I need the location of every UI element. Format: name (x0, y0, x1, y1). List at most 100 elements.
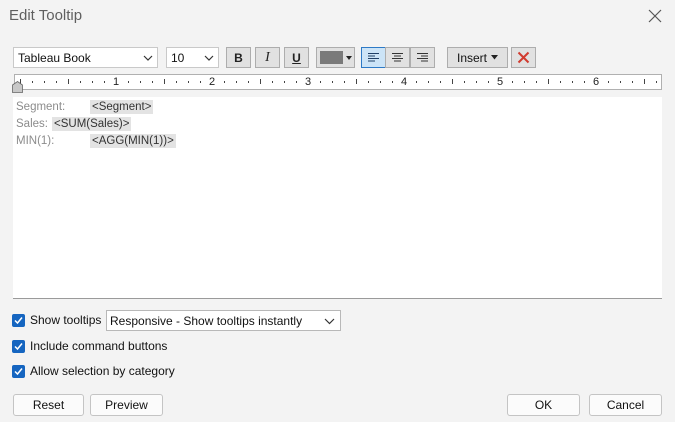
red-x-icon (517, 51, 530, 64)
ruler-tick (548, 79, 549, 84)
checkmark-icon (14, 367, 23, 375)
indent-marker-icon[interactable] (12, 81, 23, 93)
align-center-icon (392, 53, 403, 62)
ruler-tick (344, 81, 345, 83)
ok-label: OK (534, 398, 553, 412)
italic-button[interactable]: I (255, 47, 280, 68)
ruler-tick (320, 81, 321, 83)
field-token: <SUM(Sales)> (52, 117, 132, 131)
show-tooltips-checkbox[interactable] (12, 313, 25, 327)
editor-label: MIN(1): (16, 135, 55, 147)
ruler-label: 5 (497, 76, 504, 88)
allow-selection-checkbox[interactable] (12, 364, 25, 378)
ruler-label: 4 (401, 76, 408, 88)
ruler-tick (440, 81, 441, 83)
ruler-tick (92, 81, 93, 83)
ruler-tick (452, 79, 453, 84)
show-tooltips-label: Show tooltips (30, 313, 102, 327)
cancel-button[interactable]: Cancel (589, 394, 662, 416)
color-swatch (320, 51, 343, 64)
ruler-tick (32, 81, 33, 83)
field-token: <AGG(MIN(1))> (90, 134, 176, 148)
underline-button[interactable]: U (284, 47, 309, 68)
ruler-label: 6 (593, 76, 600, 88)
editor-line-min: MIN(1): (16, 135, 54, 147)
include-command-buttons-checkbox[interactable] (12, 339, 25, 353)
align-right-button[interactable] (410, 47, 435, 68)
ruler-label: 3 (305, 76, 312, 88)
editor-field-segment: <Segment> (90, 100, 154, 114)
close-icon (648, 9, 662, 23)
ruler-tick (68, 79, 69, 84)
reset-label: Reset (32, 398, 65, 412)
chevron-down-icon (204, 55, 214, 61)
ruler-tick (188, 81, 189, 83)
ruler-tick (296, 81, 297, 83)
ok-button[interactable]: OK (507, 394, 580, 416)
preview-label: Preview (105, 398, 148, 412)
align-left-button[interactable] (361, 47, 386, 68)
ruler-label: 1 (113, 76, 120, 88)
caret-down-icon (491, 55, 498, 60)
ruler-tick (248, 81, 249, 83)
ruler-tick (284, 81, 285, 83)
ruler-tick (128, 81, 129, 83)
ruler-tick (368, 81, 369, 83)
include-command-buttons-label: Include command buttons (30, 339, 168, 353)
ruler-tick (272, 81, 273, 83)
editor-line-sales: Sales: (16, 118, 48, 130)
ruler-tick (224, 81, 225, 83)
underline-label: U (292, 50, 301, 65)
allow-selection-label: Allow selection by category (30, 364, 175, 378)
font-size-select[interactable]: 10 (166, 47, 219, 68)
close-button[interactable] (642, 4, 668, 28)
font-family-select[interactable]: Tableau Book (13, 47, 158, 68)
preview-button[interactable]: Preview (90, 394, 163, 416)
cancel-label: Cancel (606, 398, 645, 412)
tooltip-editor[interactable]: Segment: <Segment> Sales: <SUM(Sales)> M… (13, 97, 662, 299)
tooltip-mode-select[interactable]: Responsive - Show tooltips instantly (106, 310, 341, 331)
checkmark-icon (14, 316, 23, 324)
ruler-tick (656, 81, 657, 83)
tooltip-mode-value: Responsive - Show tooltips instantly (110, 313, 303, 328)
ruler-tick (104, 81, 105, 83)
ruler-tick (380, 81, 381, 83)
ruler-tick (524, 81, 525, 83)
ruler-tick (200, 81, 201, 83)
ruler-label: 2 (209, 76, 216, 88)
editor-label: Sales: (16, 118, 48, 130)
editor-line-segment: Segment: (16, 101, 65, 113)
insert-label: Insert (456, 50, 487, 65)
clear-formatting-button[interactable] (511, 47, 536, 68)
dialog-title: Edit Tooltip (9, 7, 83, 24)
editor-label: Segment: (16, 101, 66, 113)
insert-button[interactable]: Insert (447, 47, 508, 68)
text-color-button[interactable] (316, 47, 355, 68)
ruler-tick (608, 81, 609, 83)
ruler-tick (56, 81, 57, 83)
bold-label: B (234, 50, 243, 65)
align-left-icon (368, 53, 379, 62)
ruler-tick (560, 81, 561, 83)
chevron-down-icon (143, 55, 153, 61)
ruler-tick (236, 81, 237, 83)
editor-field-min: <AGG(MIN(1))> (90, 134, 176, 148)
align-right-icon (417, 53, 428, 62)
editor-field-sales: <SUM(Sales)> (52, 117, 132, 131)
ruler-tick (260, 79, 261, 84)
align-center-button[interactable] (385, 47, 410, 68)
ruler-tick (644, 79, 645, 84)
ruler-tick (476, 81, 477, 83)
font-size-value: 10 (171, 50, 185, 65)
reset-button[interactable]: Reset (13, 394, 84, 416)
ruler-tick (164, 79, 165, 84)
bold-button[interactable]: B (226, 47, 251, 68)
ruler-tick (392, 81, 393, 83)
ruler-tick (464, 81, 465, 83)
show-tooltips-option: Show tooltips (12, 313, 101, 327)
ruler-tick (332, 81, 333, 83)
ruler-tick (80, 81, 81, 83)
ruler-tick (620, 81, 621, 83)
ruler-tick (572, 81, 573, 83)
ruler-tick (44, 81, 45, 83)
